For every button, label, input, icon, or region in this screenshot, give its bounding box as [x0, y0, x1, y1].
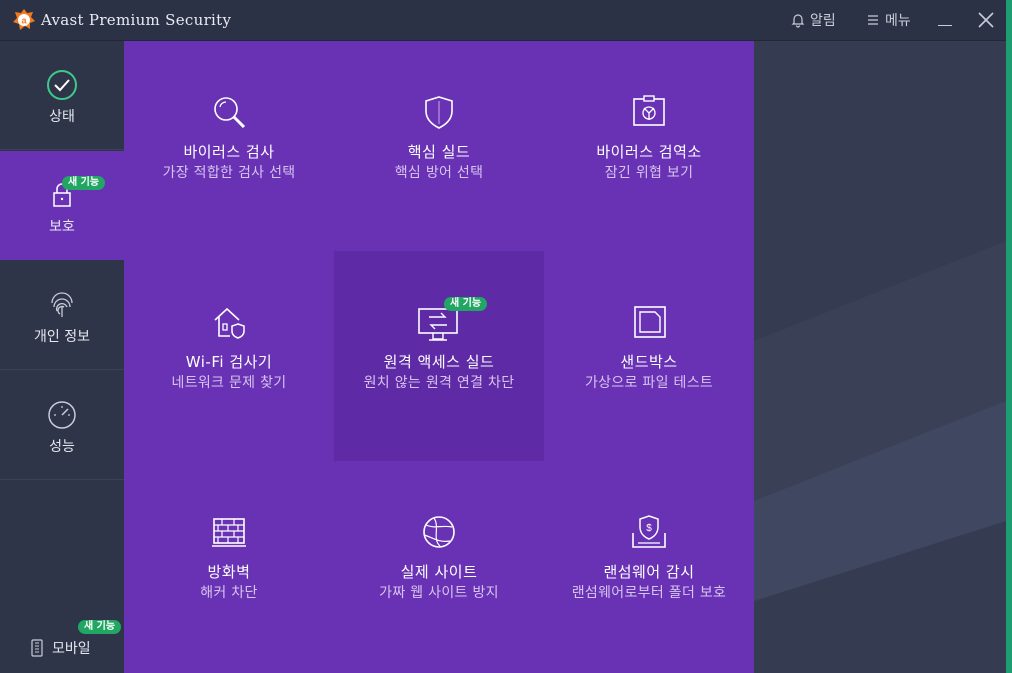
- sidebar-item-label: 상태: [49, 109, 75, 125]
- sandbox-icon: [634, 306, 666, 338]
- tile-title: 원격 액세스 실드: [383, 353, 495, 371]
- tile-real-site[interactable]: 실제 사이트 가짜 웹 사이트 방지: [334, 461, 544, 671]
- tile-title: 샌드박스: [620, 353, 678, 371]
- tile-ransomware-shield[interactable]: $ 랜섬웨어 감시 랜섬웨어로부터 폴더 보호: [544, 461, 754, 671]
- fingerprint-icon: [51, 292, 73, 317]
- tile-title: 랜섬웨어 감시: [603, 563, 695, 581]
- tile-subtitle: 해커 차단: [200, 585, 258, 601]
- tile-subtitle: 랜섬웨어로부터 폴더 보호: [571, 585, 727, 601]
- home-network-icon: [214, 307, 245, 339]
- mobile-phone-icon: [31, 639, 43, 657]
- tile-title: 바이러스 검역소: [596, 143, 702, 161]
- tile-subtitle: 핵심 방어 선택: [394, 165, 484, 181]
- title-bar: a Avast Premium Security 알림 메뉴: [0, 0, 1006, 41]
- window-edge: [1006, 0, 1012, 673]
- protection-panel: 바이러스 검사 가장 적합한 검사 선택 핵심 실드 핵심 방어 선택 바이러스…: [124, 41, 754, 673]
- firewall-icon: [212, 518, 246, 547]
- sidebar-item-privacy[interactable]: 개인 정보: [0, 261, 124, 370]
- tile-subtitle: 잠긴 위협 보기: [604, 165, 694, 181]
- tile-title: Wi-Fi 검사기: [185, 353, 273, 371]
- sidebar-item-performance[interactable]: 성능: [0, 371, 124, 480]
- tile-title: 핵심 실드: [407, 143, 471, 161]
- new-feature-badge: 새 기능: [444, 297, 488, 311]
- app-title: Avast Premium Security: [41, 11, 232, 29]
- background-shapes: [754, 241, 1006, 673]
- tile-virus-scan[interactable]: 바이러스 검사 가장 적합한 검사 선택: [124, 41, 334, 251]
- tile-title: 실제 사이트: [400, 563, 478, 581]
- sidebar-item-protection[interactable]: 새 기능 보호: [0, 151, 124, 260]
- tile-firewall[interactable]: 방화벽 해커 차단: [124, 461, 334, 671]
- bell-icon: [791, 14, 805, 28]
- menu-button[interactable]: 메뉴: [865, 10, 911, 30]
- sidebar-item-label: 개인 정보: [34, 329, 90, 345]
- sidebar-item-label: 보호: [49, 219, 75, 235]
- tile-subtitle: 네트워크 문제 찾기: [171, 375, 287, 391]
- alerts-button[interactable]: 알림: [790, 10, 836, 30]
- tile-subtitle: 원치 않는 원격 연결 차단: [363, 375, 515, 391]
- tile-subtitle: 가짜 웹 사이트 방지: [379, 585, 499, 601]
- speedometer-icon: [48, 401, 76, 429]
- quarantine-icon: [633, 95, 665, 126]
- background-decoration: [754, 41, 1006, 673]
- sidebar-item-mobile[interactable]: 모바일: [30, 638, 91, 658]
- tile-virus-chest[interactable]: 바이러스 검역소 잠긴 위협 보기: [544, 41, 754, 251]
- sidebar-item-label: 모바일: [52, 641, 91, 657]
- close-icon[interactable]: [977, 11, 995, 29]
- magnifier-icon: [214, 97, 246, 129]
- ransomware-icon: $: [632, 515, 666, 548]
- avast-logo-icon: a: [13, 9, 35, 30]
- tile-remote-access-shield[interactable]: 새 기능 원격 액세스 실드 원치 않는 원격 연결 차단: [334, 251, 544, 461]
- menu-label: 메뉴: [885, 13, 911, 29]
- tile-wifi-inspector[interactable]: Wi-Fi 검사기 네트워크 문제 찾기: [124, 251, 334, 461]
- checkmark-circle-icon: [47, 70, 77, 100]
- new-feature-badge: 새 기능: [78, 620, 122, 634]
- tile-subtitle: 가장 적합한 검사 선택: [162, 165, 296, 181]
- tile-core-shields[interactable]: 핵심 실드 핵심 방어 선택: [334, 41, 544, 251]
- tile-sandbox[interactable]: 샌드박스 가상으로 파일 테스트: [544, 251, 754, 461]
- alerts-label: 알림: [810, 13, 836, 29]
- tile-title: 방화벽: [207, 563, 251, 581]
- hamburger-menu-icon: [868, 15, 878, 25]
- tile-subtitle: 가상으로 파일 테스트: [584, 375, 714, 391]
- tile-title: 바이러스 검사: [183, 143, 275, 161]
- sidebar-item-label: 성능: [49, 439, 75, 455]
- shield-icon: [425, 96, 453, 129]
- new-feature-badge: 새 기능: [62, 176, 106, 190]
- sidebar-item-status[interactable]: 상태: [0, 41, 124, 150]
- svg-text:$: $: [646, 523, 652, 534]
- minimize-button[interactable]: [938, 25, 952, 26]
- globe-icon: [423, 516, 455, 548]
- sidebar: 상태 새 기능 보호 개인 정보 성능: [0, 41, 124, 673]
